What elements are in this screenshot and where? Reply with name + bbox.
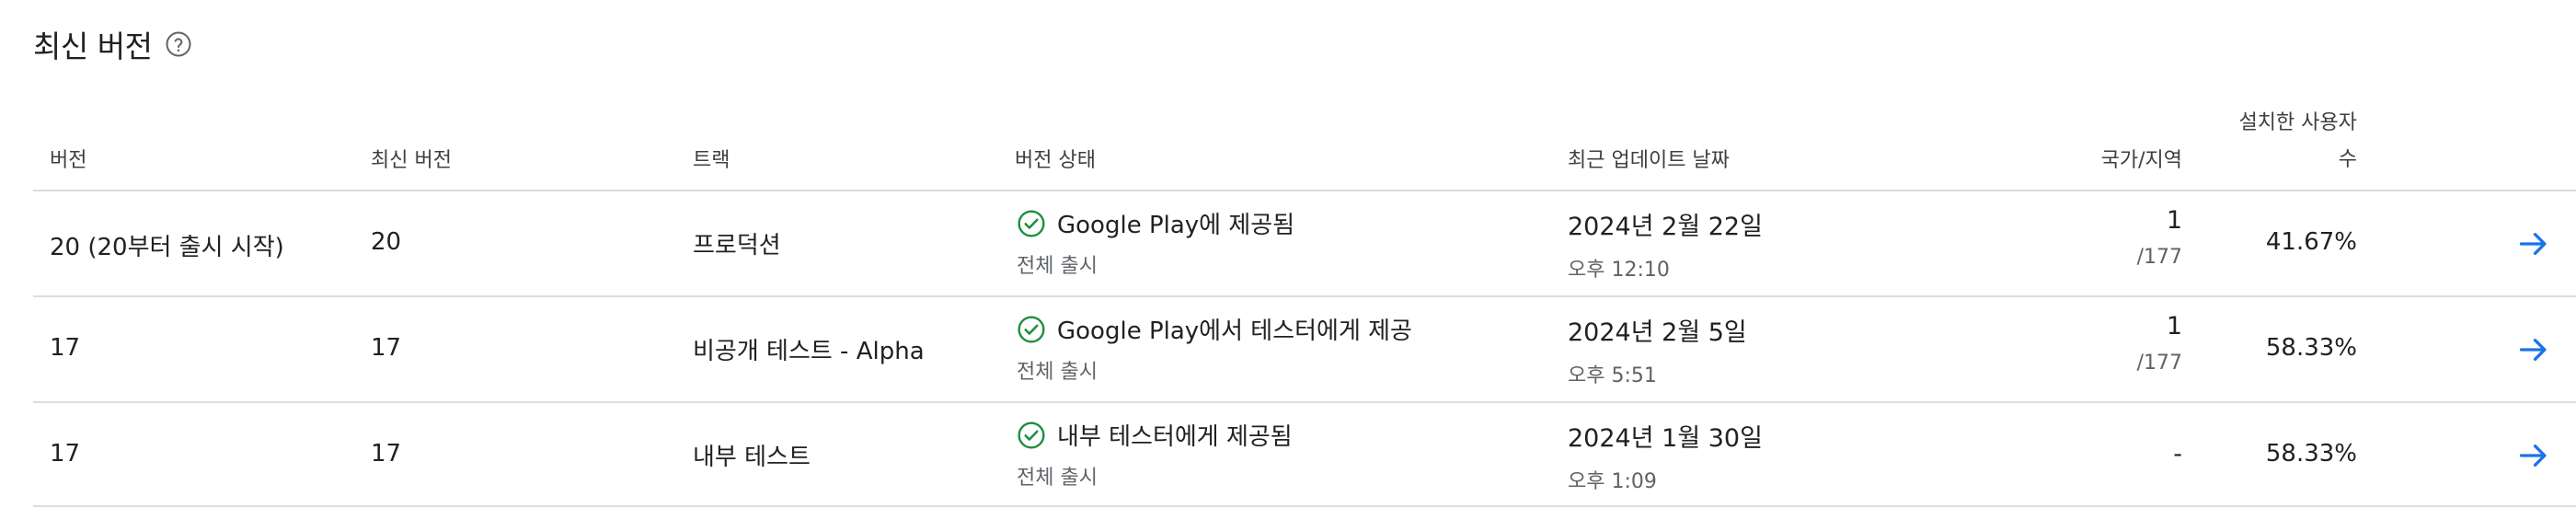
cell-version: 20 (20부터 출시 시작): [50, 234, 284, 261]
column-header-track: 트랙: [693, 149, 730, 172]
column-header-last-updated: 최근 업데이트 날짜: [1568, 149, 1730, 172]
cell-installed-users: 58.33%: [2265, 440, 2357, 468]
column-header-version: 버전: [50, 149, 87, 172]
cell-last-updated: 2024년 2월 22일 오후 12:10: [1568, 206, 1763, 283]
arrow-forward-icon: [2519, 339, 2547, 361]
rollout-text: 전체 출시: [1017, 467, 1098, 490]
arrow-forward-icon: [2519, 233, 2547, 255]
arrow-forward-icon: [2519, 444, 2547, 467]
date-text: 2024년 2월 22일: [1568, 213, 1763, 241]
row-arrow-button[interactable]: [2515, 331, 2552, 368]
check-circle-icon: [1017, 421, 1046, 450]
date-text: 2024년 2월 5일: [1568, 318, 1747, 347]
cell-installed-users: 41.67%: [2265, 228, 2357, 256]
latest-releases-panel: 최신 버전 버전 최신 버전 트랙 버전 상태 최근 업데이트 날짜 국가/지역…: [0, 0, 2576, 508]
check-circle-icon: [1017, 315, 1046, 344]
status-text: Google Play에 제공됨: [1057, 212, 1295, 239]
section-title: 최신 버전: [33, 29, 153, 64]
column-header-installed-users-line2: 수: [2338, 148, 2357, 171]
cell-latest-version: 17: [371, 334, 402, 362]
cell-installed-users: 58.33%: [2265, 334, 2357, 362]
cell-latest-version: 17: [371, 440, 402, 468]
status-text: 내부 테스터에게 제공됨: [1057, 423, 1293, 451]
rollout-text: 전체 출시: [1017, 361, 1098, 384]
table-row[interactable]: 17 17 내부 테스트 내부 테스터에게 제공됨 전체 출시 2024년 1월…: [0, 403, 2576, 508]
column-header-release-status: 버전 상태: [1015, 149, 1096, 172]
cell-last-updated: 2024년 2월 5일 오후 5:51: [1568, 312, 1747, 388]
row-divider: [33, 505, 2576, 507]
time-text: 오후 1:09: [1568, 470, 1657, 493]
table-row[interactable]: 20 (20부터 출시 시작) 20 프로덕션 Google Play에 제공됨…: [0, 191, 2576, 296]
cell-track: 내부 테스트: [693, 444, 811, 471]
table-row[interactable]: 17 17 비공개 테스트 - Alpha Google Play에서 테스터에…: [0, 297, 2576, 402]
status-text: Google Play에서 테스터에게 제공: [1057, 318, 1412, 345]
check-circle-icon: [1017, 209, 1046, 238]
column-header-installed-users: 설치한 사용자 수: [2125, 105, 2357, 179]
column-header-latest-version: 최신 버전: [371, 149, 452, 172]
cell-version: 17: [50, 440, 81, 468]
help-icon[interactable]: [165, 30, 192, 58]
rollout-text: 전체 출시: [1017, 255, 1098, 278]
cell-track: 프로덕션: [693, 232, 781, 260]
section-header: 최신 버전: [33, 20, 192, 68]
cell-latest-version: 20: [371, 228, 402, 256]
date-text: 2024년 1월 30일: [1568, 424, 1763, 453]
column-header-installed-users-line1: 설치한 사용자: [2238, 111, 2357, 134]
time-text: 오후 12:10: [1568, 259, 1670, 282]
cell-release-status: Google Play에 제공됨 전체 출시: [1017, 206, 1294, 279]
cell-track: 비공개 테스트 - Alpha: [693, 338, 925, 365]
row-arrow-button[interactable]: [2515, 225, 2552, 262]
cell-version: 17: [50, 334, 81, 362]
row-arrow-button[interactable]: [2515, 437, 2552, 474]
time-text: 오후 5:51: [1568, 364, 1657, 387]
cell-release-status: Google Play에서 테스터에게 제공 전체 출시: [1017, 312, 1412, 385]
cell-last-updated: 2024년 1월 30일 오후 1:09: [1568, 418, 1763, 494]
cell-release-status: 내부 테스터에게 제공됨 전체 출시: [1017, 418, 1293, 491]
help-circle-icon: [166, 31, 191, 57]
